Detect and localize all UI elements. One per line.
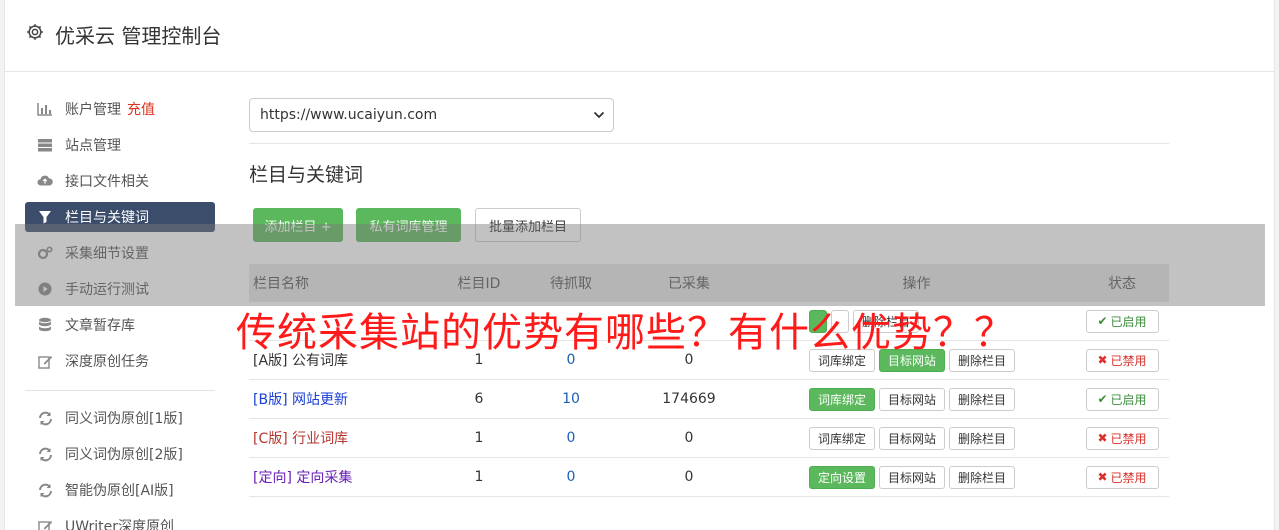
column-name[interactable]: [定向] 定向采集 [253, 458, 352, 496]
database-icon [37, 317, 53, 333]
target-site-button[interactable]: 目标网站 [879, 426, 946, 450]
sidebar-item-label: 智能伪原创[AI版] [65, 483, 174, 499]
status-label: 已禁用 [1110, 353, 1147, 368]
status-cell: ✖ 已禁用 [1085, 341, 1159, 379]
sidebar: 账户管理 充值 站点管理 接口文件相关 栏目与关键词 采集细节设置 手动运行测试… [25, 94, 215, 530]
cloud-upload-icon [37, 173, 53, 189]
site-select[interactable]: https://www.ucaiyun.com [249, 98, 614, 132]
sidebar-item-ai-rewrite[interactable]: 智能伪原创[AI版] [25, 475, 215, 505]
status-label: 已禁用 [1110, 470, 1147, 485]
close-icon: ✖ [1097, 470, 1108, 484]
page-title: 优采云 管理控制台 [55, 24, 222, 48]
status-cell: ✖ 已禁用 [1085, 458, 1159, 496]
server-icon [37, 137, 53, 153]
sidebar-item-label: 接口文件相关 [65, 174, 149, 190]
filter-icon [37, 209, 53, 225]
sidebar-item-synonym-v1[interactable]: 同义词伪原创[1版] [25, 403, 215, 433]
sidebar-divider [25, 390, 215, 391]
target-site-button[interactable]: 目标网站 [879, 387, 946, 411]
status-toggle[interactable]: ✔ 已启用 [1085, 387, 1159, 411]
status-cell: ✔ 已启用 [1085, 302, 1159, 340]
check-icon: ✔ [1097, 392, 1108, 406]
column-title: 网站更新 [291, 392, 348, 408]
sidebar-item-label: 同义词伪原创[1版] [65, 411, 183, 427]
sidebar-item-label: 账户管理 [65, 102, 121, 118]
row-actions: 定向设置 目标网站 删除栏目 [809, 458, 1024, 496]
pending-count: 0 [566, 469, 576, 485]
section-title: 栏目与关键词 [249, 164, 364, 186]
gear-icon [27, 24, 43, 40]
delete-column-button[interactable]: 删除栏目 [949, 426, 1016, 450]
table-row: [定向] 定向采集 1 0 0 定向设置 目标网站 删除栏目 ✖ 已禁用 [249, 458, 1169, 497]
column-prefix: [B版] [253, 392, 288, 408]
column-name[interactable]: [C版] 行业词库 [253, 419, 348, 457]
status-label: 已启用 [1110, 392, 1147, 407]
delete-column-button[interactable]: 删除栏目 [949, 465, 1016, 489]
edit-icon [37, 353, 53, 369]
status-toggle[interactable]: ✖ 已禁用 [1085, 426, 1159, 450]
page-header: 优采云 管理控制台 [5, 0, 1274, 72]
sidebar-item-label: 站点管理 [65, 138, 121, 154]
site-select-value: https://www.ucaiyun.com [260, 107, 438, 123]
lexicon-bind-button[interactable]: 词库绑定 [809, 387, 876, 411]
sidebar-item-deep-original[interactable]: 深度原创任务 [25, 346, 215, 376]
pending-count: 10 [562, 391, 580, 407]
table-row: [B版] 网站更新 6 10 174669 词库绑定 目标网站 删除栏目 ✔ 已启用 [249, 380, 1169, 419]
overlay-band [15, 224, 1265, 306]
collected-count: 0 [684, 430, 694, 446]
refresh-icon [37, 410, 53, 426]
status-cell: ✔ 已启用 [1085, 380, 1159, 418]
sidebar-item-account[interactable]: 账户管理 充值 [25, 94, 215, 124]
close-icon: ✖ [1097, 353, 1108, 367]
collected-count: 174669 [662, 391, 716, 407]
refresh-icon [37, 446, 53, 462]
sidebar-item-synonym-v2[interactable]: 同义词伪原创[2版] [25, 439, 215, 469]
status-toggle[interactable]: ✔ 已启用 [1085, 309, 1159, 333]
edit-icon [37, 518, 53, 530]
status-cell: ✖ 已禁用 [1085, 419, 1159, 457]
close-icon: ✖ [1097, 431, 1108, 445]
sidebar-item-sites[interactable]: 站点管理 [25, 130, 215, 160]
sidebar-item-uwriter[interactable]: UWriter深度原创 [25, 511, 215, 530]
table-row: [C版] 行业词库 1 0 0 词库绑定 目标网站 删除栏目 ✖ 已禁用 [249, 419, 1169, 458]
row-actions: 词库绑定 目标网站 删除栏目 [809, 419, 1024, 457]
sidebar-item-label: 深度原创任务 [65, 354, 149, 370]
column-title: 定向采集 [296, 470, 353, 486]
row-actions: 词库绑定 目标网站 删除栏目 [809, 380, 1024, 418]
column-id: 1 [474, 430, 484, 446]
collected-count: 0 [684, 469, 694, 485]
sidebar-item-label: 同义词伪原创[2版] [65, 447, 183, 463]
overlay-headline: 传统采集站的优势有哪些？有什么优势？？ [236, 310, 1015, 356]
column-title: 行业词库 [292, 431, 349, 447]
check-icon: ✔ [1097, 314, 1108, 328]
lexicon-bind-button[interactable]: 定向设置 [809, 465, 876, 489]
delete-column-button[interactable]: 删除栏目 [949, 387, 1016, 411]
recharge-link[interactable]: 充值 [127, 99, 155, 119]
pending-count: 0 [566, 430, 576, 446]
column-prefix: [C版] [253, 431, 288, 447]
status-label: 已禁用 [1110, 431, 1147, 446]
lexicon-bind-button[interactable]: 词库绑定 [809, 426, 876, 450]
divider [249, 143, 1169, 144]
status-toggle[interactable]: ✖ 已禁用 [1085, 348, 1159, 372]
refresh-icon [37, 482, 53, 498]
column-prefix: [定向] [253, 470, 292, 486]
sidebar-item-interface[interactable]: 接口文件相关 [25, 166, 215, 196]
sidebar-item-article-store[interactable]: 文章暂存库 [25, 310, 215, 340]
column-name[interactable]: [B版] 网站更新 [253, 380, 348, 418]
status-label: 已启用 [1110, 314, 1147, 329]
bar-chart-icon [37, 101, 53, 117]
sidebar-item-label: UWriter深度原创 [65, 519, 174, 530]
column-id: 6 [474, 391, 484, 407]
column-id: 1 [474, 469, 484, 485]
target-site-button[interactable]: 目标网站 [879, 465, 946, 489]
status-toggle[interactable]: ✖ 已禁用 [1085, 465, 1159, 489]
sidebar-item-label: 文章暂存库 [65, 318, 135, 334]
chevron-down-icon [593, 111, 605, 119]
